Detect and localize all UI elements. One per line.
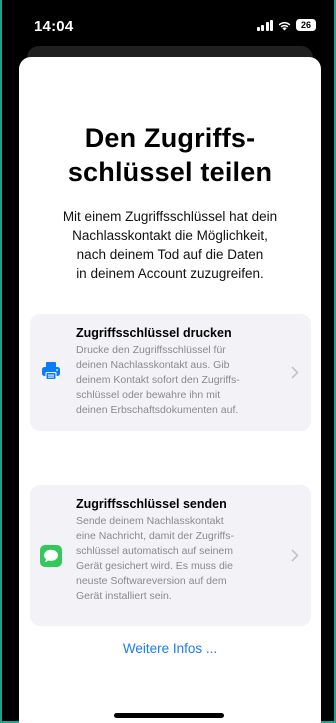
description-line: Nachlasskontakt die Möglichkeit, [72,228,268,243]
print-option-description-line: deinen Erbschaftsdokumenten auf. [76,404,239,416]
print-option-description-line: deinen Nachlasskontakt aus. Gib [76,359,230,371]
send-option-description-line: schlüssel automatisch auf seinem [76,545,233,557]
send-option-description-line: neuste Softwareversion auf dem [76,575,227,587]
chevron-right-icon [291,366,299,379]
print-option-text: Zugriffsschlüssel drucken Drucke den Zug… [76,325,276,418]
send-option-description-line: Gerät installiert sein. [76,590,172,602]
device-frame: 14:04 26 Den Zugriffs- schlüssel teilen … [0,0,336,723]
send-option-description-line: Gerät gesichert wird. Es muss die [76,560,233,572]
print-access-key-option[interactable]: Zugriffsschlüssel drucken Drucke den Zug… [30,314,311,431]
print-option-description: Drucke den Zugriffsschlüssel für deinen … [76,343,276,418]
status-time: 14:04 [34,18,74,35]
send-option-description-line: Sende deinem Nachlasskontakt [76,515,224,527]
status-icons: 26 [256,19,316,31]
print-option-title: Zugriffsschlüssel drucken [76,326,232,340]
battery-icon: 26 [296,19,316,31]
chevron-right-icon [291,549,299,562]
page-title: Den Zugriffs- schlüssel teilen [19,121,321,189]
print-option-description-line: Drucke den Zugriffsschlüssel für [76,344,226,356]
messages-icon [40,545,62,567]
description-line: nach deinem Tod auf die Daten [76,247,264,262]
description-line: Mit einem Zugriffsschlüssel hat dein [62,209,278,224]
print-option-description-line: deinem Kontakt sofort den Zugriffs- [76,374,240,386]
page-title-line: schlüssel teilen [67,157,273,187]
send-option-text: Zugriffsschlüssel senden Sende deinem Na… [76,496,276,604]
printer-icon [40,360,62,382]
wifi-icon [277,20,292,31]
send-option-description-line: eine Nachricht, damit der Zugriffs- [76,530,234,542]
send-option-title: Zugriffsschlüssel senden [76,497,227,511]
cellular-signal-icon [256,19,273,31]
modal-sheet: Den Zugriffs- schlüssel teilen Mit einem… [19,57,321,723]
print-option-description-line: schlüssel oder bewahre ihn mit [76,389,221,401]
send-access-key-option[interactable]: Zugriffsschlüssel senden Sende deinem Na… [30,485,311,626]
description-line: in deinem Account zuzugreifen. [76,266,264,281]
more-info-link[interactable]: Weitere Infos ... [19,641,321,656]
home-indicator[interactable] [114,713,224,718]
page-title-line: Den Zugriffs- [84,123,256,153]
send-option-description: Sende deinem Nachlasskontakt eine Nachri… [76,514,276,604]
status-bar: 14:04 26 [2,0,336,52]
page-description: Mit einem Zugriffsschlüssel hat dein Nac… [35,207,305,283]
